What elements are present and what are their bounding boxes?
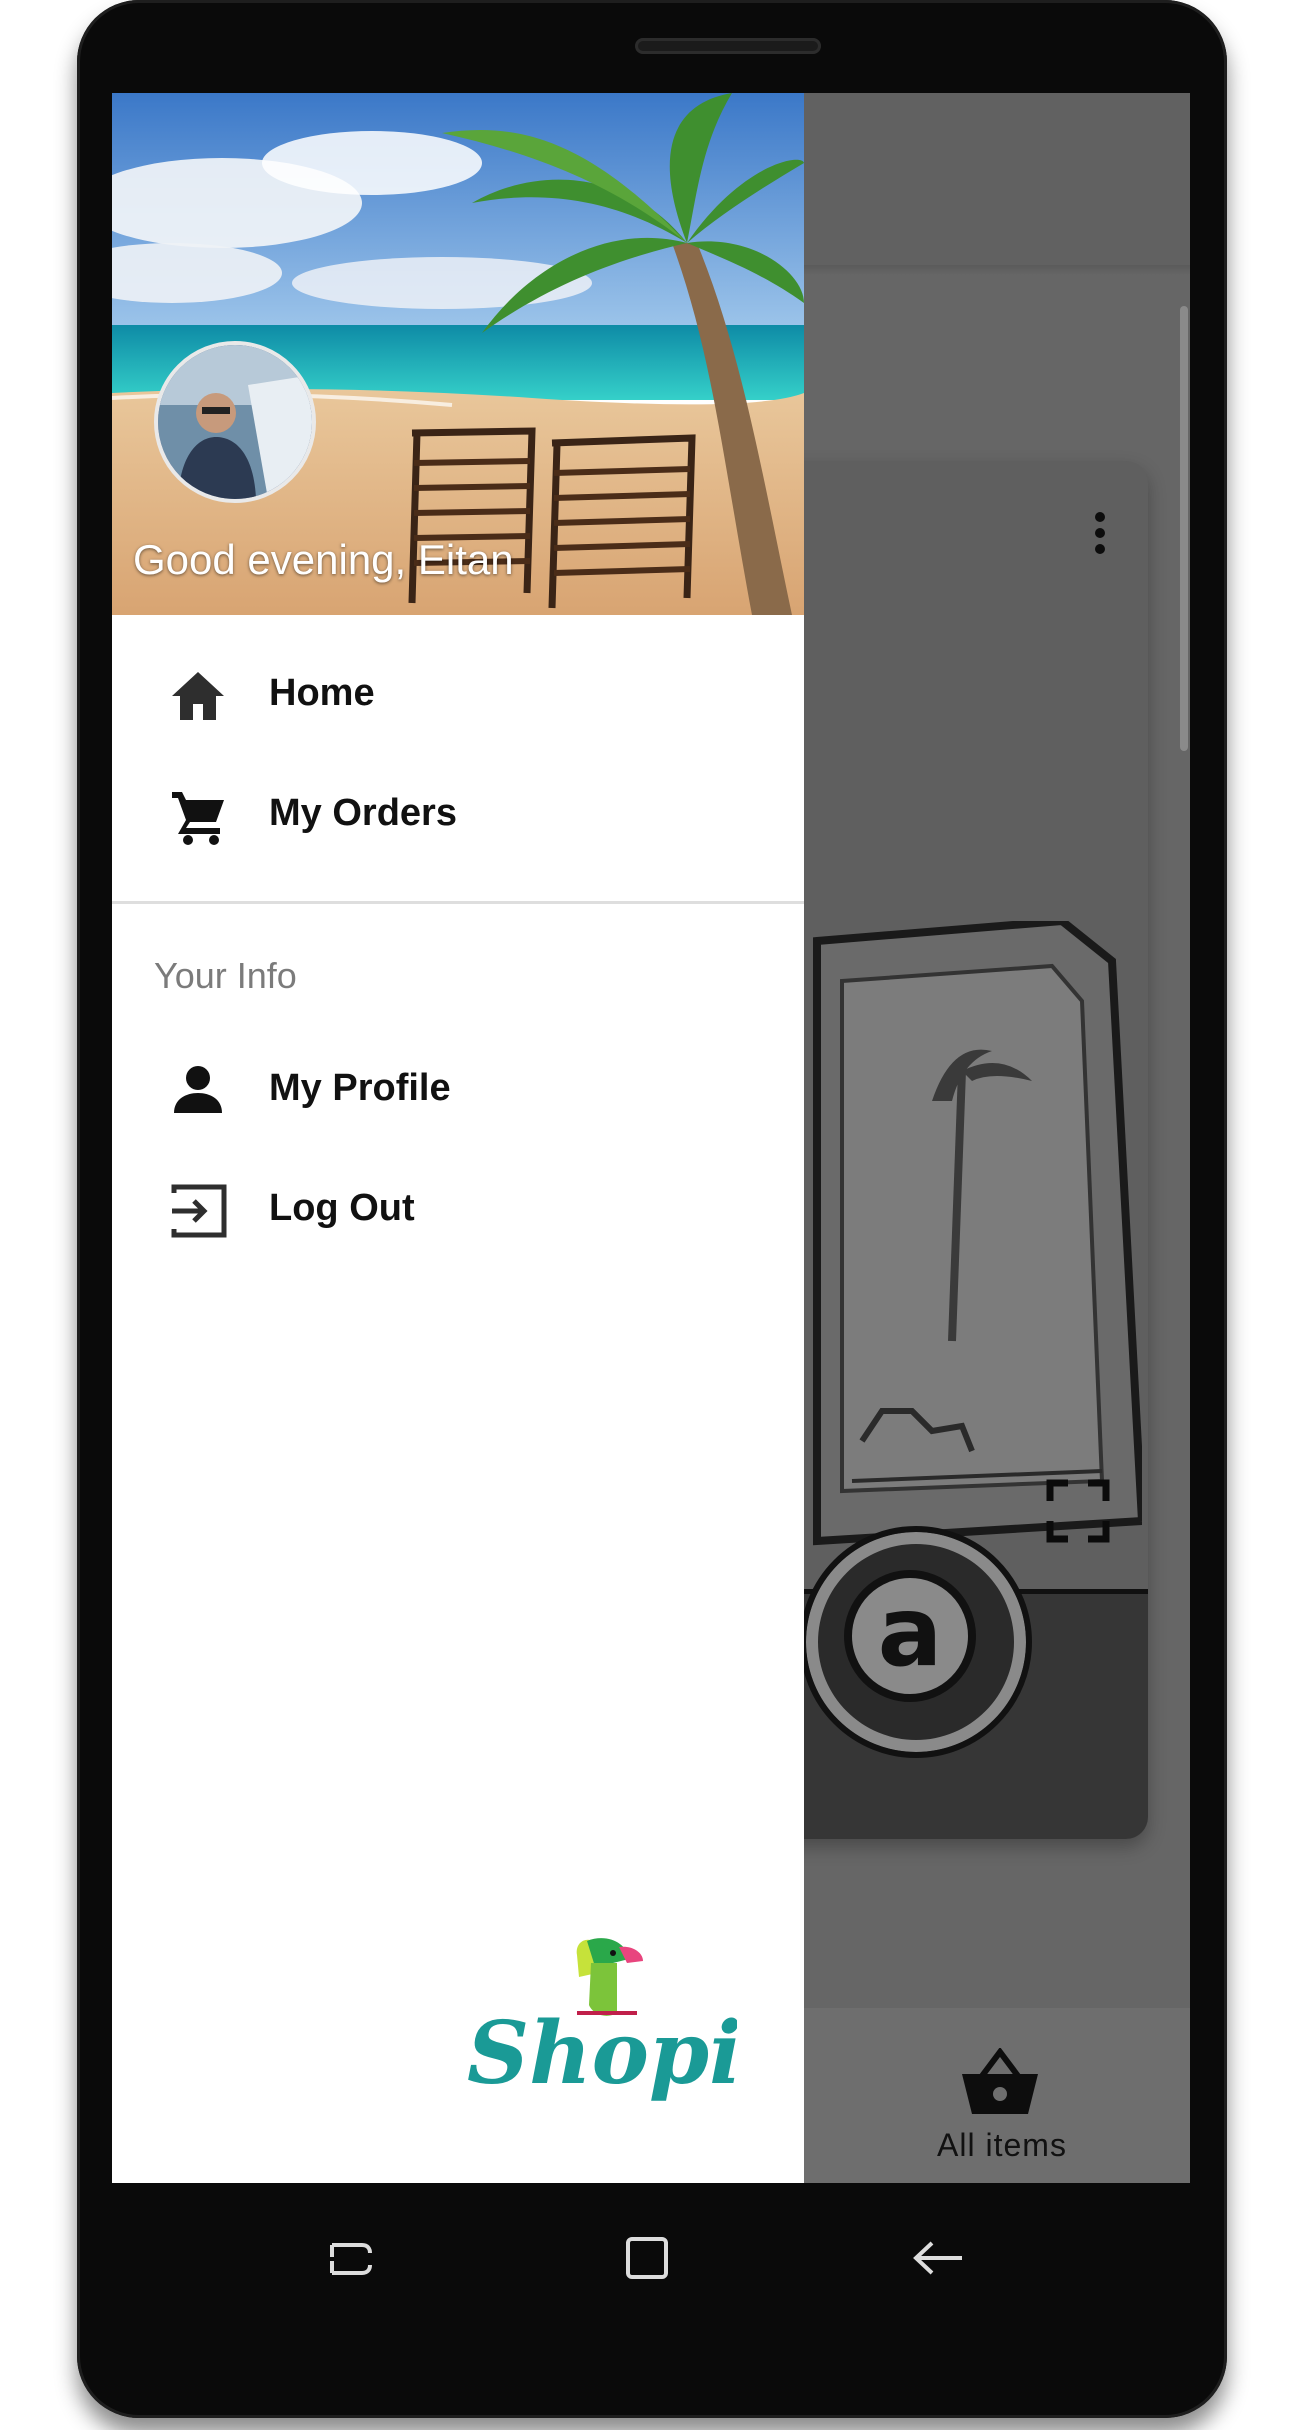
profile-avatar[interactable] (154, 341, 316, 503)
home-icon (172, 672, 224, 720)
navigation-drawer: Good evening, Eitan Home My Orders Your … (112, 93, 804, 2183)
more-options-icon[interactable] (1088, 509, 1112, 569)
logout-icon (171, 1184, 227, 1238)
greeting-text: Good evening, Eitan (133, 536, 514, 583)
basket-icon[interactable] (960, 2048, 1040, 2118)
drawer-item-log-out[interactable]: Log Out (112, 1151, 804, 1271)
fullscreen-icon[interactable] (1046, 1479, 1110, 1543)
drawer-item-home[interactable]: Home (112, 636, 804, 756)
drawer-item-label: My Orders (269, 792, 457, 834)
brand-badge: a (800, 1526, 1032, 1758)
drawer-item-label: Log Out (269, 1187, 415, 1229)
cart-icon (172, 792, 224, 845)
brand-logo-a: a (844, 1570, 976, 1702)
drawer-header: Good evening, Eitan (112, 93, 804, 615)
drawer-item-label: My Profile (269, 1067, 451, 1109)
logo-wordmark: Shopik (467, 2003, 737, 2104)
screen: a All items Good evening, Eitan Home My … (112, 93, 1190, 2183)
earpiece-speaker (635, 38, 821, 54)
recent-apps-icon[interactable] (322, 2223, 392, 2293)
person-icon (174, 1066, 222, 1113)
system-nav-bar (112, 2183, 1190, 2343)
scrollbar[interactable] (1180, 306, 1188, 751)
drawer-item-my-orders[interactable]: My Orders (112, 756, 804, 876)
drawer-divider (112, 901, 804, 904)
drawer-item-label: Home (269, 672, 375, 714)
product-image (813, 921, 1142, 1546)
back-icon[interactable] (902, 2223, 972, 2293)
section-title-your-info: Your Info (154, 955, 297, 996)
drawer-item-my-profile[interactable]: My Profile (112, 1031, 804, 1151)
shopik-logo: Shopik (467, 1938, 737, 2104)
home-button-icon[interactable] (612, 2223, 682, 2293)
bottom-nav-all-items-label[interactable]: All items (912, 2127, 1092, 2164)
